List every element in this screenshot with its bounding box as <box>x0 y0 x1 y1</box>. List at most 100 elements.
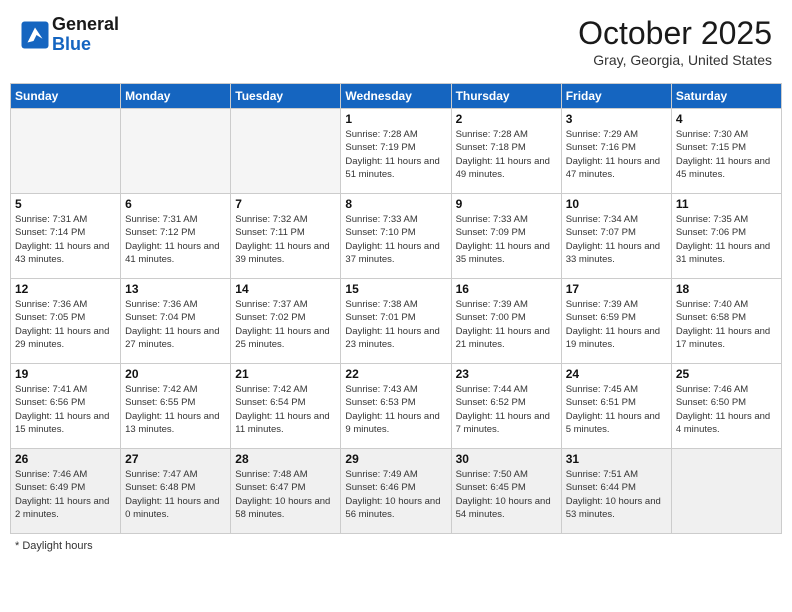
calendar-cell: 4 Sunrise: 7:30 AMSunset: 7:15 PMDaylight… <box>671 109 781 194</box>
day-number: 13 <box>125 282 226 296</box>
calendar-cell: 15 Sunrise: 7:38 AMSunset: 7:01 PMDayligh… <box>341 279 451 364</box>
calendar-week-4: 19 Sunrise: 7:41 AMSunset: 6:56 PMDayligh… <box>11 364 782 449</box>
calendar-cell: 1 Sunrise: 7:28 AMSunset: 7:19 PMDaylight… <box>341 109 451 194</box>
day-info: Sunrise: 7:46 AMSunset: 6:49 PMDaylight:… <box>15 468 116 521</box>
day-info: Sunrise: 7:33 AMSunset: 7:09 PMDaylight:… <box>456 213 557 266</box>
calendar-cell <box>11 109 121 194</box>
logo: General Blue <box>20 15 119 55</box>
col-header-thursday: Thursday <box>451 84 561 109</box>
day-info: Sunrise: 7:48 AMSunset: 6:47 PMDaylight:… <box>235 468 336 521</box>
day-number: 10 <box>566 197 667 211</box>
logo-icon <box>20 20 50 50</box>
month-title: October 2025 <box>578 15 772 52</box>
calendar-cell: 9 Sunrise: 7:33 AMSunset: 7:09 PMDaylight… <box>451 194 561 279</box>
day-number: 4 <box>676 112 777 126</box>
day-info: Sunrise: 7:45 AMSunset: 6:51 PMDaylight:… <box>566 383 667 436</box>
day-info: Sunrise: 7:46 AMSunset: 6:50 PMDaylight:… <box>676 383 777 436</box>
day-number: 25 <box>676 367 777 381</box>
day-number: 5 <box>15 197 116 211</box>
day-info: Sunrise: 7:47 AMSunset: 6:48 PMDaylight:… <box>125 468 226 521</box>
calendar-cell: 14 Sunrise: 7:37 AMSunset: 7:02 PMDayligh… <box>231 279 341 364</box>
footer-note: * Daylight hours <box>10 540 782 552</box>
calendar-cell <box>671 449 781 534</box>
day-number: 3 <box>566 112 667 126</box>
day-number: 19 <box>15 367 116 381</box>
day-number: 28 <box>235 452 336 466</box>
day-info: Sunrise: 7:30 AMSunset: 7:15 PMDaylight:… <box>676 128 777 181</box>
calendar-cell: 10 Sunrise: 7:34 AMSunset: 7:07 PMDayligh… <box>561 194 671 279</box>
day-number: 20 <box>125 367 226 381</box>
calendar-week-5: 26Sunrise: 7:46 AMSunset: 6:49 PMDayligh… <box>11 449 782 534</box>
day-number: 21 <box>235 367 336 381</box>
calendar-cell: 11 Sunrise: 7:35 AMSunset: 7:06 PMDayligh… <box>671 194 781 279</box>
day-info: Sunrise: 7:39 AMSunset: 6:59 PMDaylight:… <box>566 298 667 351</box>
day-number: 11 <box>676 197 777 211</box>
day-number: 23 <box>456 367 557 381</box>
day-info: Sunrise: 7:49 AMSunset: 6:46 PMDaylight:… <box>345 468 446 521</box>
location: Gray, Georgia, United States <box>578 52 772 68</box>
day-number: 30 <box>456 452 557 466</box>
day-info: Sunrise: 7:42 AMSunset: 6:55 PMDaylight:… <box>125 383 226 436</box>
calendar-cell: 31Sunrise: 7:51 AMSunset: 6:44 PMDayligh… <box>561 449 671 534</box>
day-info: Sunrise: 7:43 AMSunset: 6:53 PMDaylight:… <box>345 383 446 436</box>
calendar-cell: 22 Sunrise: 7:43 AMSunset: 6:53 PMDayligh… <box>341 364 451 449</box>
day-number: 1 <box>345 112 446 126</box>
day-info: Sunrise: 7:31 AMSunset: 7:12 PMDaylight:… <box>125 213 226 266</box>
calendar-cell <box>121 109 231 194</box>
col-header-friday: Friday <box>561 84 671 109</box>
calendar-cell: 27 Sunrise: 7:47 AMSunset: 6:48 PMDayligh… <box>121 449 231 534</box>
calendar-cell: 25 Sunrise: 7:46 AMSunset: 6:50 PMDayligh… <box>671 364 781 449</box>
calendar-cell: 7Sunrise: 7:32 AMSunset: 7:11 PMDaylight… <box>231 194 341 279</box>
day-info: Sunrise: 7:41 AMSunset: 6:56 PMDaylight:… <box>15 383 116 436</box>
day-number: 6 <box>125 197 226 211</box>
day-info: Sunrise: 7:28 AMSunset: 7:19 PMDaylight:… <box>345 128 446 181</box>
day-info: Sunrise: 7:37 AMSunset: 7:02 PMDaylight:… <box>235 298 336 351</box>
calendar-cell: 28 Sunrise: 7:48 AMSunset: 6:47 PMDayligh… <box>231 449 341 534</box>
calendar-week-3: 12Sunrise: 7:36 AMSunset: 7:05 PMDayligh… <box>11 279 782 364</box>
calendar-cell: 21 Sunrise: 7:42 AMSunset: 6:54 PMDayligh… <box>231 364 341 449</box>
day-info: Sunrise: 7:33 AMSunset: 7:10 PMDaylight:… <box>345 213 446 266</box>
calendar-cell: 6 Sunrise: 7:31 AMSunset: 7:12 PMDaylight… <box>121 194 231 279</box>
col-header-monday: Monday <box>121 84 231 109</box>
calendar-cell: 8Sunrise: 7:33 AMSunset: 7:10 PMDaylight… <box>341 194 451 279</box>
day-info: Sunrise: 7:42 AMSunset: 6:54 PMDaylight:… <box>235 383 336 436</box>
day-number: 2 <box>456 112 557 126</box>
calendar-cell: 12Sunrise: 7:36 AMSunset: 7:05 PMDayligh… <box>11 279 121 364</box>
logo-text: General Blue <box>52 15 119 55</box>
day-info: Sunrise: 7:28 AMSunset: 7:18 PMDaylight:… <box>456 128 557 181</box>
calendar-cell <box>231 109 341 194</box>
day-info: Sunrise: 7:51 AMSunset: 6:44 PMDaylight:… <box>566 468 667 521</box>
calendar-week-1: 1 Sunrise: 7:28 AMSunset: 7:19 PMDaylight… <box>11 109 782 194</box>
day-info: Sunrise: 7:44 AMSunset: 6:52 PMDaylight:… <box>456 383 557 436</box>
day-number: 16 <box>456 282 557 296</box>
day-number: 29 <box>345 452 446 466</box>
day-info: Sunrise: 7:50 AMSunset: 6:45 PMDaylight:… <box>456 468 557 521</box>
calendar-cell: 5 Sunrise: 7:31 AMSunset: 7:14 PMDaylight… <box>11 194 121 279</box>
day-info: Sunrise: 7:38 AMSunset: 7:01 PMDaylight:… <box>345 298 446 351</box>
day-number: 14 <box>235 282 336 296</box>
day-number: 7 <box>235 197 336 211</box>
title-block: October 2025 Gray, Georgia, United State… <box>578 15 772 68</box>
day-info: Sunrise: 7:34 AMSunset: 7:07 PMDaylight:… <box>566 213 667 266</box>
calendar-cell: 19 Sunrise: 7:41 AMSunset: 6:56 PMDayligh… <box>11 364 121 449</box>
day-number: 24 <box>566 367 667 381</box>
day-info: Sunrise: 7:40 AMSunset: 6:58 PMDaylight:… <box>676 298 777 351</box>
col-header-saturday: Saturday <box>671 84 781 109</box>
col-header-wednesday: Wednesday <box>341 84 451 109</box>
calendar-cell: 29 Sunrise: 7:49 AMSunset: 6:46 PMDayligh… <box>341 449 451 534</box>
day-number: 9 <box>456 197 557 211</box>
calendar: SundayMondayTuesdayWednesdayThursdayFrid… <box>10 83 782 534</box>
calendar-cell: 2 Sunrise: 7:28 AMSunset: 7:18 PMDaylight… <box>451 109 561 194</box>
day-number: 22 <box>345 367 446 381</box>
calendar-cell: 23 Sunrise: 7:44 AMSunset: 6:52 PMDayligh… <box>451 364 561 449</box>
day-number: 15 <box>345 282 446 296</box>
day-number: 27 <box>125 452 226 466</box>
day-info: Sunrise: 7:39 AMSunset: 7:00 PMDaylight:… <box>456 298 557 351</box>
calendar-cell: 13Sunrise: 7:36 AMSunset: 7:04 PMDayligh… <box>121 279 231 364</box>
day-info: Sunrise: 7:36 AMSunset: 7:05 PMDaylight:… <box>15 298 116 351</box>
day-info: Sunrise: 7:31 AMSunset: 7:14 PMDaylight:… <box>15 213 116 266</box>
day-info: Sunrise: 7:35 AMSunset: 7:06 PMDaylight:… <box>676 213 777 266</box>
day-number: 18 <box>676 282 777 296</box>
day-info: Sunrise: 7:29 AMSunset: 7:16 PMDaylight:… <box>566 128 667 181</box>
col-header-tuesday: Tuesday <box>231 84 341 109</box>
